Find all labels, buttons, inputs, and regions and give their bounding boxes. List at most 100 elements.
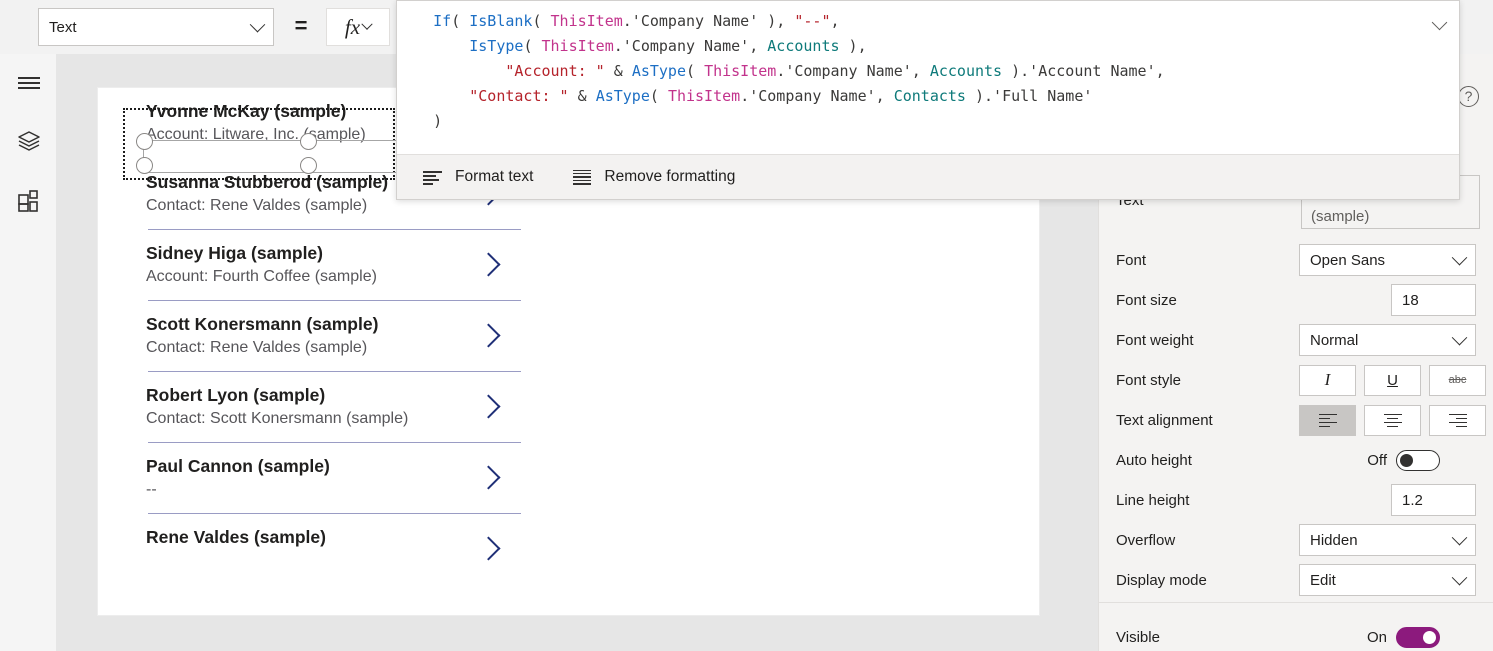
gallery-item-subtitle: Account: Fourth Coffee (sample) — [146, 268, 377, 285]
property-row-overflow: Overflow Hidden — [1099, 520, 1493, 560]
formula-token: ThisItem — [541, 37, 614, 55]
formula-token: ThisItem — [550, 12, 623, 30]
gallery-item-title: Sidney Higa (sample) — [146, 243, 323, 263]
formula-token: ThisItem — [667, 87, 741, 105]
chevron-down-icon — [361, 18, 373, 30]
line-height-input[interactable]: 1.2 — [1391, 484, 1476, 516]
formula-token: Accounts — [767, 37, 840, 55]
formula-token: ) — [397, 112, 443, 130]
formula-token: If — [433, 12, 452, 30]
property-row-display-mode: Display mode Edit — [1099, 560, 1493, 600]
property-label-font: Font — [1116, 251, 1147, 269]
formula-token: Accounts — [929, 62, 1003, 80]
formula-token: ThisItem — [704, 62, 777, 80]
formula-editor-popup: If( IsBlank( ThisItem.'Company Name' ), … — [396, 0, 1460, 200]
formula-token — [397, 62, 505, 80]
gallery-item[interactable]: Sidney Higa (sample) Account: Fourth Coff… — [123, 230, 523, 301]
formula-token — [397, 37, 469, 55]
italic-button[interactable]: I — [1299, 364, 1356, 396]
formula-token: AsType — [595, 87, 650, 105]
formula-token: ( — [523, 37, 542, 55]
gallery-item-title: Robert Lyon (sample) — [146, 385, 326, 405]
formula-token — [397, 87, 469, 105]
left-rail — [0, 54, 57, 651]
format-text-icon — [423, 170, 442, 185]
resize-handle-top-right[interactable] — [300, 133, 317, 150]
formula-token: ( — [686, 62, 705, 80]
auto-height-state: Off — [1367, 451, 1387, 469]
property-selector-value: Text — [49, 18, 77, 36]
sidebar-item-tree-view[interactable] — [0, 114, 57, 172]
gallery-item-subtitle: Contact: Scott Konersmann (sample) — [146, 410, 409, 427]
formula-token: .'Company Name', — [776, 62, 930, 80]
font-weight-value: Normal — [1310, 331, 1359, 349]
font-size-value: 18 — [1402, 291, 1419, 309]
chevron-up-icon[interactable] — [1431, 14, 1448, 31]
property-label-font-size: Font size — [1116, 291, 1177, 309]
chevron-down-icon — [249, 16, 266, 32]
align-center-icon — [1383, 413, 1402, 428]
gallery-item[interactable]: Robert Lyon (sample) Contact: Scott Koner… — [123, 372, 523, 443]
font-weight-dropdown[interactable]: Normal — [1299, 324, 1476, 356]
underline-button[interactable]: U — [1364, 364, 1421, 396]
align-right-button[interactable] — [1429, 404, 1486, 436]
display-mode-dropdown[interactable]: Edit — [1299, 564, 1476, 596]
formula-token: .'Company Name', — [613, 37, 768, 55]
chevron-down-icon — [1451, 569, 1468, 585]
formula-token: ( — [649, 87, 668, 105]
formula-token: & — [604, 62, 632, 80]
align-center-button[interactable] — [1364, 404, 1421, 436]
font-value: Open Sans — [1310, 251, 1386, 269]
font-dropdown[interactable]: Open Sans — [1299, 244, 1476, 276]
property-label-font-style: Font style — [1116, 371, 1182, 389]
help-question-icon[interactable]: ? — [1458, 86, 1479, 107]
formula-token: "Account: " — [505, 62, 605, 80]
property-label-display-mode: Display mode — [1116, 571, 1207, 589]
formula-token: , — [830, 12, 840, 30]
sidebar-item-insert[interactable] — [0, 174, 57, 232]
formula-token: ).'Account Name', — [1002, 62, 1165, 80]
property-label-line-height: Line height — [1116, 491, 1190, 509]
gallery-item[interactable]: Paul Cannon (sample) -- — [123, 443, 523, 514]
formula-token: ), — [839, 37, 867, 55]
formula-token: "Contact: " — [469, 87, 569, 105]
resize-handle-top-left[interactable] — [136, 133, 153, 150]
auto-height-toggle[interactable] — [1396, 449, 1440, 471]
sidebar-item-menu[interactable] — [0, 54, 57, 112]
formula-editor-body[interactable]: If( IsBlank( ThisItem.'Company Name' ), … — [397, 1, 1459, 156]
underline-icon: U — [1387, 371, 1398, 389]
align-left-button[interactable] — [1299, 404, 1356, 436]
resize-handle-bottom-right[interactable] — [300, 157, 317, 174]
property-selector-dropdown[interactable]: Text — [38, 8, 274, 46]
remove-formatting-icon — [573, 169, 592, 185]
gallery-item-subtitle: -- — [146, 481, 157, 498]
property-label-font-weight: Font weight — [1116, 331, 1194, 349]
gallery-item[interactable]: Rene Valdes (sample) — [123, 514, 523, 585]
equals-sign: = — [294, 13, 308, 38]
display-mode-value: Edit — [1310, 571, 1336, 589]
formula-token: IsBlank — [469, 12, 533, 30]
property-row-font: Font Open Sans — [1099, 240, 1493, 280]
overflow-dropdown[interactable]: Hidden — [1299, 524, 1476, 556]
resize-handle-bottom-left[interactable] — [136, 157, 153, 174]
visible-state: On — [1366, 628, 1387, 646]
chevron-down-icon — [1451, 529, 1468, 545]
visible-toggle[interactable] — [1396, 626, 1440, 648]
property-row-font-weight: Font weight Normal — [1099, 320, 1493, 360]
formula-footer-toolbar: Format text Remove formatting — [397, 154, 1459, 199]
formula-token — [397, 12, 433, 30]
gallery-item[interactable]: Scott Konersmann (sample) Contact: Rene V… — [123, 301, 523, 372]
line-height-value: 1.2 — [1402, 491, 1423, 509]
label-selection-box[interactable] — [143, 140, 415, 173]
remove-formatting-button[interactable]: Remove formatting — [573, 168, 735, 186]
format-text-button[interactable]: Format text — [423, 168, 533, 186]
property-label-visible: Visible — [1116, 628, 1160, 646]
strikethrough-button[interactable]: abc — [1429, 364, 1486, 396]
fx-button[interactable]: fx — [326, 8, 390, 46]
formula-code[interactable]: If( IsBlank( ThisItem.'Company Name' ), … — [397, 9, 1425, 134]
font-size-input[interactable]: 18 — [1391, 284, 1476, 316]
gallery-item-subtitle: Contact: Rene Valdes (sample) — [146, 339, 368, 356]
strikethrough-icon: abc — [1448, 374, 1467, 386]
property-row-text-alignment: Text alignment — [1099, 400, 1493, 440]
chevron-down-icon — [1451, 249, 1468, 265]
